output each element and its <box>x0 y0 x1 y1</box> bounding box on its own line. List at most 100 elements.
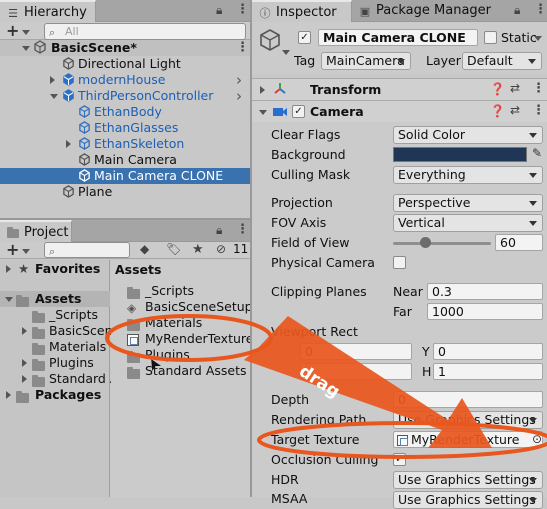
packages-row[interactable]: Packages <box>0 387 110 403</box>
expand-icon[interactable] <box>5 297 13 302</box>
label-tag-icon[interactable]: 🏷︎ <box>166 242 181 256</box>
file-basic-scene-setup[interactable]: ◈ BasicSceneSetup <box>111 299 253 315</box>
far-field[interactable]: 1000 <box>427 303 543 320</box>
viewport-h-field[interactable]: 1 <box>433 363 543 380</box>
tree-standard-assets[interactable]: Standard A <box>0 371 118 387</box>
lock-icon[interactable]: 🔒︎ <box>216 223 222 238</box>
expand-icon[interactable] <box>50 76 55 84</box>
file-plugins[interactable]: Plugins <box>111 347 250 363</box>
project-search-input[interactable]: ⌕ <box>44 242 130 258</box>
viewport-x-field[interactable]: 0 <box>300 343 412 360</box>
lock-icon[interactable]: 🔒︎ <box>216 3 222 18</box>
tag-dropdown[interactable]: MainCamera <box>321 52 411 70</box>
target-texture-field[interactable]: MyRenderTexture <box>393 431 543 448</box>
item-plane[interactable]: Plane <box>0 184 250 200</box>
static-dropdown-icon[interactable] <box>534 36 542 41</box>
component-menu-icon[interactable]: ⋮ <box>532 103 545 118</box>
tab-menu-icon[interactable]: ⋮ <box>236 222 249 237</box>
rendering-path-dropdown[interactable]: Use Graphics Settings <box>393 411 543 429</box>
presets-icon[interactable]: ⇄ <box>510 81 520 95</box>
active-checkbox[interactable]: ✓ <box>298 31 311 44</box>
fov-slider-thumb[interactable] <box>420 237 432 248</box>
static-checkbox[interactable] <box>484 31 497 44</box>
item-main-camera[interactable]: Main Camera <box>0 152 250 168</box>
help-icon[interactable]: ❓ <box>490 82 505 96</box>
chevron-right-icon[interactable]: › <box>236 88 242 104</box>
tree-basic-scene[interactable]: BasicScen <box>0 323 113 339</box>
tab-project[interactable]: Project <box>0 220 72 242</box>
tab-inspector[interactable]: ⓘ Inspector <box>252 0 352 22</box>
expand-icon[interactable] <box>66 140 71 148</box>
lock-icon[interactable]: 🔒︎ <box>514 3 520 18</box>
chevron-right-icon[interactable]: › <box>236 72 242 88</box>
item-third-person-controller[interactable]: ThirdPersonController › <box>0 88 250 104</box>
file-materials[interactable]: Materials <box>111 315 250 331</box>
add-button[interactable]: + <box>6 240 19 259</box>
tree-scripts[interactable]: _Scripts <box>0 307 110 323</box>
object-picker-icon[interactable]: ⊙ <box>532 432 542 446</box>
hierarchy-search-input[interactable]: ⌕ All <box>44 23 246 40</box>
object-name-field[interactable]: Main Camera CLONE <box>318 29 478 46</box>
add-button[interactable]: + <box>6 21 19 40</box>
item-ethan-glasses[interactable]: EthanGlasses <box>0 120 250 136</box>
item-ethan-body[interactable]: EthanBody <box>0 104 250 120</box>
viewport-w-field[interactable] <box>300 363 412 380</box>
hidden-eye-icon[interactable]: ⊘ <box>216 242 226 256</box>
scene-row[interactable]: BasicScene* ⋮ <box>0 40 250 56</box>
expand-icon[interactable] <box>6 265 11 273</box>
physical-camera-checkbox[interactable] <box>393 256 406 269</box>
expand-icon[interactable] <box>6 391 11 399</box>
help-icon[interactable]: ❓ <box>490 104 505 118</box>
presets-icon[interactable]: ⇄ <box>510 103 520 117</box>
expand-icon[interactable] <box>50 94 58 99</box>
fov-field[interactable]: 60 <box>495 234 543 251</box>
component-menu-icon[interactable]: ⋮ <box>532 81 545 96</box>
tab-hierarchy[interactable]: ☰ Hierarchy <box>0 0 96 22</box>
tree-materials[interactable]: Materials <box>0 339 110 355</box>
layer-dropdown[interactable]: Default <box>462 52 542 70</box>
depth-field[interactable]: 0 <box>393 391 543 408</box>
favorite-star-icon[interactable]: ★ <box>192 242 204 257</box>
add-dropdown-icon[interactable] <box>22 30 30 35</box>
depth-label: Depth <box>271 392 310 407</box>
near-field[interactable]: 0.3 <box>427 283 543 300</box>
viewport-y-field[interactable]: 0 <box>433 343 543 360</box>
icon-dropdown-icon[interactable] <box>282 50 290 55</box>
projection-dropdown[interactable]: Perspective <box>393 194 543 212</box>
tab-menu-icon[interactable]: ⋮ <box>236 2 249 17</box>
expand-icon[interactable] <box>22 46 30 51</box>
favorites-row[interactable]: ★ Favorites <box>0 261 110 277</box>
culling-mask-dropdown[interactable]: Everything <box>393 166 543 184</box>
expand-icon[interactable] <box>22 375 27 383</box>
camera-enabled-checkbox[interactable]: ✓ <box>292 105 305 118</box>
item-main-camera-clone[interactable]: Main Camera CLONE <box>0 168 250 184</box>
file-scripts[interactable]: _Scripts <box>111 283 250 299</box>
item-directional-light[interactable]: Directional Light <box>0 56 250 72</box>
background-color-swatch[interactable] <box>393 147 527 162</box>
item-modern-house[interactable]: modernHouse › <box>0 72 250 88</box>
occlusion-culling-checkbox[interactable]: ✓ <box>393 453 406 466</box>
add-dropdown-icon[interactable] <box>22 249 30 254</box>
tree-plugins[interactable]: Plugins <box>0 355 110 371</box>
transform-header[interactable]: Transform ❓ ⇄ ⋮ <box>252 78 547 100</box>
filter-type-icon[interactable]: ◆ <box>140 242 149 256</box>
fov-axis-dropdown[interactable]: Vertical <box>393 214 543 232</box>
fov-slider-track[interactable] <box>393 242 491 245</box>
expand-icon[interactable] <box>22 327 27 335</box>
expand-icon[interactable] <box>260 86 265 94</box>
expand-icon[interactable] <box>22 359 27 367</box>
tab-menu-icon[interactable]: ⋮ <box>534 2 547 17</box>
hdr-dropdown[interactable]: Use Graphics Settings <box>393 471 543 489</box>
file-standard-assets[interactable]: Standard Assets <box>111 363 250 379</box>
clear-flags-dropdown[interactable]: Solid Color <box>393 126 543 144</box>
tab-package-manager[interactable]: ▣ Package Manager <box>352 0 491 22</box>
assets-row[interactable]: Assets <box>0 291 110 307</box>
camera-header[interactable]: ✓ Camera ❓ ⇄ ⋮ <box>252 100 547 122</box>
eyedropper-icon[interactable]: ✎ <box>532 146 542 160</box>
msaa-dropdown[interactable]: Use Graphics Settings <box>393 491 543 509</box>
scene-menu-icon[interactable]: ⋮ <box>236 40 249 56</box>
collapse-icon[interactable] <box>259 110 267 115</box>
item-ethan-skeleton[interactable]: EthanSkeleton <box>0 136 250 152</box>
file-my-render-texture[interactable]: MyRenderTexture <box>111 331 253 347</box>
folder-icon <box>127 367 140 379</box>
